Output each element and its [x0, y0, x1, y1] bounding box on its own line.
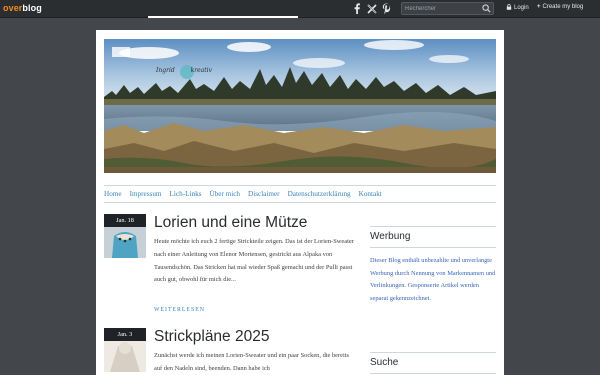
widget-title-suche: Suche [370, 352, 496, 374]
post-date-badge: Jan. 18 [104, 214, 146, 227]
post-date-badge: Jan. 3 [104, 328, 146, 341]
search-icon[interactable] [482, 4, 491, 13]
logo-text-left: Ingrid [156, 67, 175, 74]
blog-post: Jan. 3 Strickpläne 2025 Zunächst werde i… [104, 328, 354, 375]
nav-item-impressum[interactable]: Impressum [130, 190, 162, 198]
read-more-link[interactable]: WEITERLESEN [154, 307, 205, 313]
logo-text-right: kreativ [190, 67, 212, 74]
nav-item-lich-links[interactable]: Lich-Links [170, 190, 202, 198]
create-blog-link[interactable]: + Create my blog [537, 4, 583, 10]
blog-post: Jan. 18 Lorien und eine Mütze Heute möch… [104, 214, 354, 324]
plus-icon: + [537, 4, 541, 10]
nav-item-ueber-mich[interactable]: Über mich [209, 190, 240, 198]
werbung-text: Dieser Blog enthält unbezahlte und unver… [370, 257, 496, 302]
nav-item-datenschutz[interactable]: Datenschutzerklärung [288, 190, 351, 198]
nav-item-disclaimer[interactable]: Disclaimer [248, 190, 280, 198]
logo-blog-text: blog [22, 3, 42, 13]
login-label: Login [514, 5, 529, 11]
lock-icon [506, 4, 512, 10]
post-title[interactable]: Strickpläne 2025 [154, 328, 269, 346]
post-excerpt: Heute möchte ich euch 2 fertige Strickte… [154, 238, 354, 284]
x-icon[interactable] [366, 2, 378, 15]
search-input[interactable] [402, 3, 480, 14]
nav-item-home[interactable]: Home [104, 190, 122, 198]
create-blog-label: Create my blog [542, 4, 584, 10]
top-bar: overblog Login +Create my blog [0, 0, 600, 18]
header-banner[interactable]: Ingrid kreativ [104, 39, 496, 173]
login-link[interactable]: Login [506, 4, 529, 11]
overblog-logo[interactable]: overblog [3, 3, 42, 13]
scroll-progress-bar [148, 16, 298, 18]
post-thumbnail[interactable]: Jan. 3 [104, 328, 146, 372]
blog-page: Ingrid kreativ Home Impressum Lich-Links… [96, 30, 504, 375]
logo-over-text: over [3, 3, 23, 13]
sidebar-suche: Suche [370, 352, 496, 374]
main-nav: Home Impressum Lich-Links Über mich Disc… [104, 185, 496, 203]
header-logo[interactable]: Ingrid kreativ [156, 67, 212, 74]
facebook-icon[interactable] [352, 2, 362, 15]
sidebar-werbung: Werbung Dieser Blog enthält unbezahlte u… [370, 226, 496, 305]
post-title[interactable]: Lorien und eine Mütze [154, 214, 307, 232]
search-box [401, 2, 494, 15]
widget-title-werbung: Werbung [370, 226, 496, 248]
landscape-image [104, 39, 496, 173]
post-thumbnail[interactable]: Jan. 18 [104, 214, 146, 258]
pinterest-icon[interactable] [381, 2, 391, 15]
post-excerpt: Zunächst werde ich meinen Lorien-Sweater… [154, 352, 350, 372]
nav-item-kontakt[interactable]: Kontakt [359, 190, 382, 198]
